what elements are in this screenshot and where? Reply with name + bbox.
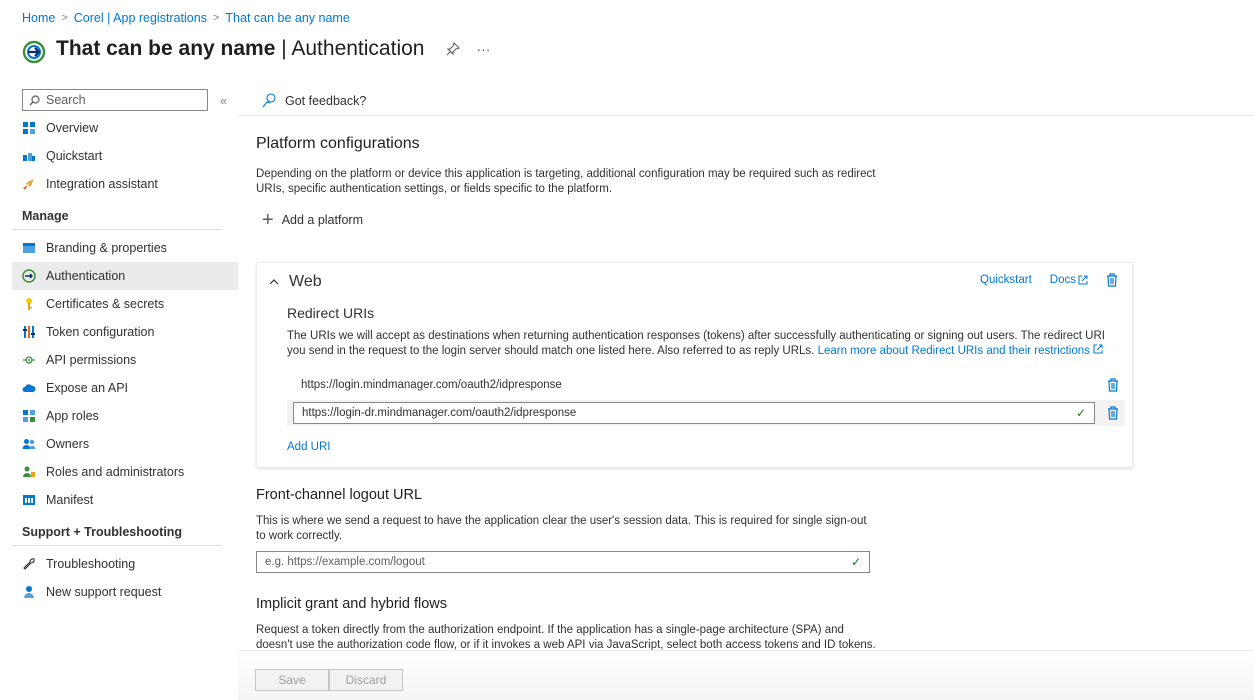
checkmark-icon: ✓	[1075, 406, 1086, 420]
redirect-uri-row-editing: https://login-dr.mindmanager.com/oauth2/…	[287, 400, 1125, 426]
redirect-uris-description: The URIs we will accept as destinations …	[287, 330, 1105, 357]
cloud-icon	[23, 153, 35, 161]
pin-icon[interactable]	[446, 42, 461, 56]
trash-icon	[1108, 406, 1118, 420]
delete-platform-button[interactable]	[1106, 273, 1118, 287]
cloud-api-icon	[22, 384, 36, 392]
redirect-uri-input[interactable]: https://login-dr.mindmanager.com/oauth2/…	[293, 402, 1095, 424]
external-link-icon	[1078, 275, 1088, 285]
sidebar-item-overview[interactable]: Overview	[12, 114, 238, 142]
search-input[interactable]: Search	[22, 89, 208, 111]
authentication-app-icon	[22, 40, 46, 64]
platform-configurations-description: Depending on the platform or device this…	[256, 168, 876, 195]
sidebar-item-certificates[interactable]: Certificates & secrets	[12, 290, 238, 318]
front-channel-logout-title: Front-channel logout URL	[256, 487, 423, 503]
breadcrumb: Home > Corel | App registrations > That …	[22, 11, 350, 25]
docs-link[interactable]: Docs	[1050, 274, 1076, 286]
sidebar-item-token-configuration[interactable]: Token configuration	[12, 318, 238, 346]
redirect-uris-title: Redirect URIs	[287, 305, 375, 321]
sidebar-item-api-permissions[interactable]: API permissions	[12, 346, 238, 374]
plus-icon: +	[262, 209, 274, 231]
search-icon	[29, 94, 40, 105]
chevron-up-icon	[269, 279, 279, 285]
redirect-uri-row: https://login.mindmanager.com/oauth2/idp…	[287, 372, 1125, 398]
app-roles-icon	[23, 410, 35, 422]
chevron-right-icon: >	[61, 12, 68, 24]
breadcrumb-app[interactable]: That can be any name	[225, 11, 349, 25]
add-uri-button[interactable]: Add URI	[287, 441, 330, 453]
sidebar-group-manage: Manage	[12, 198, 222, 230]
logout-url-input[interactable]: e.g. https://example.com/logout ✓	[256, 551, 870, 573]
delete-uri-button[interactable]	[1107, 406, 1119, 420]
collapse-sidebar-icon[interactable]: «	[220, 93, 227, 108]
branding-icon	[23, 243, 35, 253]
sidebar-item-troubleshooting[interactable]: Troubleshooting	[12, 550, 238, 578]
feedback-icon	[262, 93, 276, 108]
key-icon	[26, 298, 32, 310]
footer-bar: Save Discard	[238, 650, 1254, 700]
external-link-icon	[1093, 344, 1103, 354]
roles-icon	[23, 466, 35, 477]
wrench-icon	[23, 558, 35, 570]
main-content: Got feedback? Platform configurations De…	[238, 86, 1254, 651]
page-header: That can be any name | Authentication ··…	[22, 34, 490, 64]
redirect-uri-value[interactable]: https://login.mindmanager.com/oauth2/idp…	[287, 379, 1125, 391]
checkmark-icon: ✓	[850, 555, 861, 569]
more-options-icon[interactable]: ···	[476, 41, 490, 57]
web-platform-card: Web Quickstart Docs Redirect URIs The UR…	[256, 262, 1133, 468]
token-icon	[23, 326, 35, 338]
platform-configurations-title: Platform configurations	[256, 135, 420, 152]
sidebar-item-expose-api[interactable]: Expose an API	[12, 374, 238, 402]
implicit-grant-title: Implicit grant and hybrid flows	[256, 596, 447, 612]
sidebar-item-quickstart[interactable]: Quickstart	[12, 142, 238, 170]
search-placeholder: Search	[46, 93, 86, 107]
chevron-right-icon: >	[212, 12, 220, 24]
page-title: That can be any name | Authentication	[56, 37, 425, 60]
front-channel-logout-description: This is where we send a request to have …	[256, 515, 867, 542]
breadcrumb-app-registrations[interactable]: Corel | App registrations	[74, 11, 207, 25]
implicit-grant-description: Request a token directly from the author…	[256, 624, 876, 651]
command-bar: Got feedback?	[238, 86, 1254, 116]
sidebar-item-new-support-request[interactable]: New support request	[12, 578, 238, 606]
save-button[interactable]: Save	[255, 669, 329, 691]
discard-button[interactable]: Discard	[329, 669, 403, 691]
sidebar-item-roles-administrators[interactable]: Roles and administrators	[12, 458, 238, 486]
grid-icon	[23, 122, 35, 134]
authentication-icon	[22, 269, 36, 283]
sidebar-item-branding[interactable]: Branding & properties	[12, 234, 238, 262]
owners-icon	[22, 439, 36, 449]
web-section-toggle[interactable]: Web	[269, 273, 322, 291]
trash-icon	[1107, 273, 1117, 287]
permissions-icon	[23, 356, 35, 364]
sidebar-item-owners[interactable]: Owners	[12, 430, 238, 458]
sidebar-item-authentication[interactable]: Authentication	[12, 262, 238, 290]
rocket-icon	[23, 179, 34, 190]
feedback-button[interactable]: Got feedback?	[262, 93, 366, 108]
learn-more-redirect-link[interactable]: Learn more about Redirect URIs and their…	[818, 345, 1090, 357]
delete-uri-button[interactable]	[1107, 378, 1119, 392]
manifest-icon	[23, 495, 35, 505]
sidebar-item-integration-assistant[interactable]: Integration assistant	[12, 170, 238, 198]
sidebar-item-manifest[interactable]: Manifest	[12, 486, 238, 514]
quickstart-link[interactable]: Quickstart	[980, 274, 1032, 286]
sidebar: Search « Overview Quickstart Integration…	[12, 86, 238, 606]
trash-icon	[1108, 378, 1118, 392]
sidebar-group-support: Support + Troubleshooting	[12, 514, 222, 546]
support-person-icon	[24, 586, 34, 598]
add-platform-button[interactable]: + Add a platform	[262, 210, 363, 230]
breadcrumb-home[interactable]: Home	[22, 11, 55, 25]
sidebar-item-app-roles[interactable]: App roles	[12, 402, 238, 430]
